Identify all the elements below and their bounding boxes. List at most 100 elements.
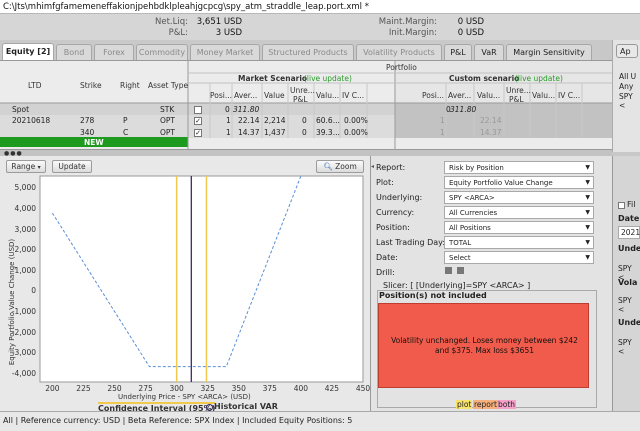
col-right[interactable]: Right <box>120 81 140 90</box>
row3-strike[interactable]: 340 <box>80 128 94 137</box>
tab-bond[interactable]: Bond <box>56 44 92 60</box>
tab-pnl[interactable]: P&L <box>444 44 472 60</box>
col-custom-unrealized[interactable]: Unre... <box>506 86 531 95</box>
side-any-label: Any <box>619 82 634 91</box>
report-select[interactable]: Risk by Position ▼ <box>444 161 594 174</box>
col-unrealized-pnl[interactable]: P&L <box>293 95 308 104</box>
date-header: Date <box>618 214 640 223</box>
row3-valu[interactable]: 39.3... <box>316 128 340 137</box>
col-average[interactable]: Aver... <box>234 91 257 100</box>
x-tick-label: 425 <box>324 384 340 393</box>
y-axis-label-wrap: Equity Portfolio Value Change (USD) <box>4 224 16 384</box>
tab-structured-products[interactable]: Structured Products <box>262 44 354 60</box>
side-panel-bottom: Fil Date 2021 Unde SPY < Vola SPY < Unde… <box>612 156 640 411</box>
currency-label: Currency: <box>376 208 415 217</box>
last-trading-day-select[interactable]: TOTAL ▼ <box>444 236 594 249</box>
col-custom-average[interactable]: Aver... <box>448 91 471 100</box>
row3-checkbox[interactable]: ✓ <box>194 129 202 137</box>
row2-right[interactable]: P <box>123 116 128 125</box>
apply-button[interactable]: Ap <box>616 44 638 58</box>
row2-value[interactable]: 2,214 <box>264 116 285 125</box>
row2-average[interactable]: 22.14 <box>238 116 259 125</box>
col-custom-valu[interactable]: Valu... <box>532 91 555 100</box>
row1-asset[interactable]: STK <box>160 105 174 114</box>
row2-unrealized[interactable]: 0 <box>302 116 307 125</box>
row2-custom-position[interactable]: 1 <box>440 116 445 125</box>
tab-var[interactable]: VaR <box>474 44 504 60</box>
chevron-down-icon: ▼ <box>585 179 590 186</box>
currency-select[interactable]: All Currencies ▼ <box>444 206 594 219</box>
row1-average[interactable]: 311.80 <box>233 105 259 114</box>
row1-ltd[interactable]: Spot <box>12 105 29 114</box>
row3-iv-change[interactable]: 0.00% <box>344 128 368 137</box>
col-unrealized[interactable]: Unre... <box>290 86 315 95</box>
row3-custom-position[interactable]: 1 <box>440 128 445 137</box>
row2-valu[interactable]: 60.6... <box>316 116 340 125</box>
row2-iv-change[interactable]: 0.00% <box>344 116 368 125</box>
chevron-down-icon: ▼ <box>585 224 590 231</box>
window-title: C:\Jts\mhimfgfamemeneffakionjpehbdklplea… <box>3 2 369 12</box>
x-tick-label: 275 <box>138 384 153 393</box>
pnl-value: 3 USD <box>215 28 242 38</box>
tab-money-market[interactable]: Money Market <box>190 44 260 60</box>
col-position[interactable]: Posi... <box>210 91 232 100</box>
tab-equity[interactable]: Equity [2] <box>2 43 54 60</box>
row3-custom-average[interactable]: 14.37 <box>480 128 501 137</box>
col-custom-value[interactable]: Valu... <box>477 91 500 100</box>
drill-up-icon[interactable] <box>445 267 452 274</box>
row3-value[interactable]: 1,437 <box>264 128 285 137</box>
new-row[interactable]: NEW <box>84 138 104 147</box>
col-iv-change[interactable]: IV C... <box>342 91 364 100</box>
row1-position[interactable]: 0 <box>225 105 230 114</box>
row3-position[interactable]: 1 <box>226 128 231 137</box>
side-panel-top: Ap All U Any SPY < <box>612 40 640 152</box>
underlying-label: Underlying: <box>376 193 423 202</box>
panel-divider[interactable]: ●●● <box>0 149 612 157</box>
row1-checkbox[interactable] <box>194 106 202 114</box>
collapse-icon[interactable]: ◂ <box>371 163 374 170</box>
y-tick-label: 4,000 <box>14 203 36 213</box>
row2-position[interactable]: 1 <box>226 116 231 125</box>
date-value[interactable]: 2021 <box>618 226 640 239</box>
row2-custom-average[interactable]: 22.14 <box>480 116 501 125</box>
status-text: All | Reference currency: USD | Beta Ref… <box>3 416 353 425</box>
date-select[interactable]: Select ▼ <box>444 251 594 264</box>
row2-checkbox[interactable]: ✓ <box>194 117 202 125</box>
row3-average[interactable]: 14.37 <box>238 128 259 137</box>
row2-strike[interactable]: 278 <box>80 116 94 125</box>
row2-ltd[interactable]: 20210618 <box>12 116 50 125</box>
underlying-select[interactable]: SPY <ARCA> ▼ <box>444 191 594 204</box>
filter-checkbox[interactable] <box>618 202 625 209</box>
col-valu[interactable]: Valu... <box>316 91 339 100</box>
row2-asset[interactable]: OPT <box>160 116 175 125</box>
col-strike[interactable]: Strike <box>80 81 102 90</box>
tab-commodity[interactable]: Commodity <box>136 44 188 60</box>
drill-down-icon[interactable] <box>457 267 464 274</box>
col-custom-unrealized-pnl[interactable]: P&L <box>509 95 524 104</box>
col-value[interactable]: Value <box>264 91 285 100</box>
tab-volatility-products[interactable]: Volatility Products <box>356 44 442 60</box>
tab-margin-sensitivity[interactable]: Margin Sensitivity <box>506 44 592 60</box>
position-select[interactable]: All Positions ▼ <box>444 221 594 234</box>
row3-asset[interactable]: OPT <box>160 128 175 137</box>
col-custom-position[interactable]: Posi... <box>422 91 444 100</box>
last-trading-day-label: Last Trading Day: <box>376 238 446 247</box>
asset-class-tabs: Equity [2] Bond Forex Commodity Money Ma… <box>0 40 600 60</box>
col-custom-iv-change[interactable]: IV C... <box>558 91 580 100</box>
pnl-chart <box>39 175 364 383</box>
row3-unrealized[interactable]: 0 <box>302 128 307 137</box>
chevron-down-icon: ▼ <box>585 209 590 216</box>
report-select-value: Risk by Position <box>449 164 504 172</box>
col-asset-type[interactable]: Asset Type <box>148 81 188 90</box>
plot-label: Plot: <box>376 178 394 187</box>
row1-custom-average[interactable]: 311.80 <box>450 105 476 114</box>
row3-right[interactable]: C <box>123 128 128 137</box>
side-all-label: All U <box>619 72 637 81</box>
legend-report: report <box>473 400 498 409</box>
plot-select[interactable]: Equity Portfolio Value Change ▼ <box>444 176 594 189</box>
tab-forex[interactable]: Forex <box>94 44 134 60</box>
slicer-text: Slicer: [ [Underlying]=SPY <ARCA> ] <box>383 281 531 290</box>
col-ltd[interactable]: LTD <box>28 81 42 90</box>
x-tick-label: 225 <box>76 384 91 393</box>
x-tick-label: 400 <box>293 384 309 393</box>
